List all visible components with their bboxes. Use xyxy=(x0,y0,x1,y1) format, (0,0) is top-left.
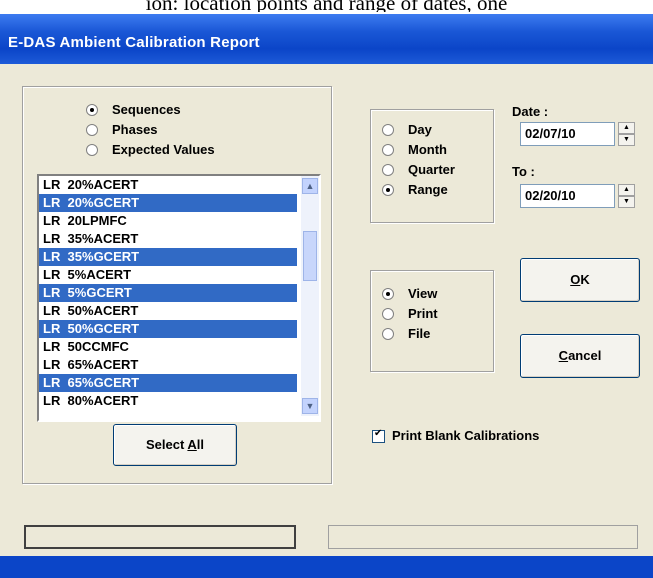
date-from-field[interactable]: 02/07/10 xyxy=(520,122,615,146)
date-to-arrows[interactable]: ▲ ▼ xyxy=(618,184,635,208)
radio-dot xyxy=(382,308,394,320)
listbox-items: LR 20%ACERT LR 20%GCERT LR 20LPMFC LR 35%AC… xyxy=(39,176,297,420)
cancel-button[interactable]: Cancel xyxy=(520,334,640,378)
title-bar[interactable]: E-DAS Ambient Calibration Report xyxy=(0,14,653,64)
spin-down-icon[interactable]: ▼ xyxy=(618,134,635,146)
print-blank-checkbox[interactable] xyxy=(372,428,385,443)
radio-dot xyxy=(382,288,394,300)
status-panel-left xyxy=(24,525,296,549)
list-item[interactable]: LR 65%GCERT xyxy=(39,374,297,392)
spin-up-icon[interactable]: ▲ xyxy=(618,184,635,196)
list-item[interactable]: LR 5%GCERT xyxy=(39,284,297,302)
radio-dot xyxy=(382,144,394,156)
list-item[interactable]: LR 20LPMFC xyxy=(39,212,297,230)
document-text-fragment: ion: location points and range of dates,… xyxy=(145,0,508,12)
ok-button[interactable]: OK xyxy=(520,258,640,302)
window-title: E-DAS Ambient Calibration Report xyxy=(8,34,260,51)
list-item[interactable]: LR 50%GCERT xyxy=(39,320,297,338)
window-bottom-edge xyxy=(0,556,653,578)
spin-up-icon[interactable]: ▲ xyxy=(618,122,635,134)
date-to-label: To : xyxy=(512,164,535,179)
listbox-scrollbar[interactable]: ▲ ▼ xyxy=(301,176,319,416)
scroll-thumb[interactable] xyxy=(303,231,317,281)
list-item[interactable]: LR 5%ACERT xyxy=(39,266,297,284)
list-item[interactable]: LR 35%ACERT xyxy=(39,230,297,248)
select-all-button[interactable]: Select All xyxy=(113,424,237,466)
date-to-field[interactable]: 02/20/10 xyxy=(520,184,615,208)
radio-dot xyxy=(382,184,394,196)
radio-dot xyxy=(382,328,394,340)
report-dialog: E-DAS Ambient Calibration Report Sequenc… xyxy=(0,14,653,578)
radio-dot xyxy=(86,124,98,136)
sequence-listbox[interactable]: LR 20%ACERT LR 20%GCERT LR 20LPMFC LR 35%AC… xyxy=(37,174,321,422)
radio-dot xyxy=(382,164,394,176)
status-panel-right xyxy=(328,525,638,549)
radio-dot xyxy=(382,124,394,136)
list-item[interactable]: LR 50CCMFC xyxy=(39,338,297,356)
radio-dot xyxy=(86,104,98,116)
scroll-up-icon[interactable]: ▲ xyxy=(302,178,318,194)
print-blank-label: Print Blank Calibrations xyxy=(392,428,540,443)
scroll-down-icon[interactable]: ▼ xyxy=(302,398,318,414)
date-from-arrows[interactable]: ▲ ▼ xyxy=(618,122,635,146)
list-item[interactable]: LR 80%ACERT xyxy=(39,392,297,410)
list-item[interactable]: LR 20%GCERT xyxy=(39,194,297,212)
list-item[interactable]: LR 20%ACERT xyxy=(39,176,297,194)
radio-dot xyxy=(86,144,98,156)
list-item[interactable]: LR 35%GCERT xyxy=(39,248,297,266)
date-from-label: Date : xyxy=(512,104,549,119)
list-item[interactable]: LR 65%ACERT xyxy=(39,356,297,374)
list-item[interactable]: LR 50%ACERT xyxy=(39,302,297,320)
spin-down-icon[interactable]: ▼ xyxy=(618,196,635,208)
